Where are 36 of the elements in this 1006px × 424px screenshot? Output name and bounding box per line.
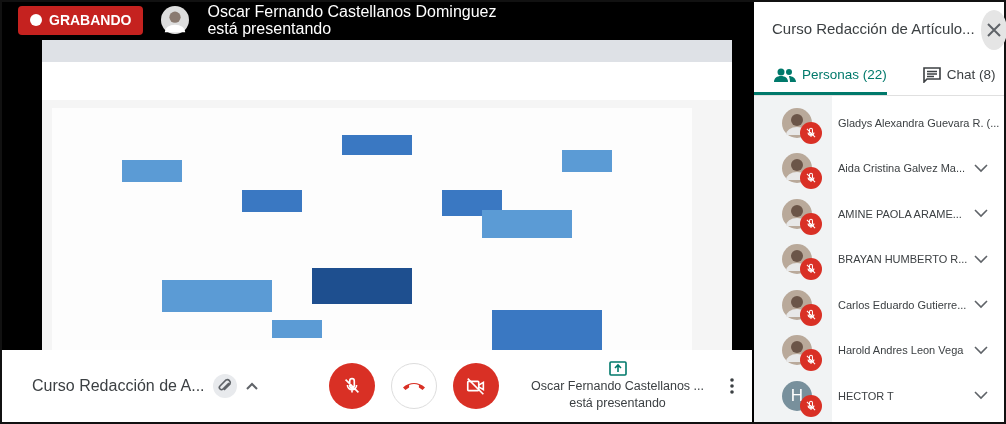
presenter-status: está presentando	[207, 20, 333, 37]
more-options-icon[interactable]	[730, 378, 734, 394]
meeting-title: Curso Redacción de A...	[32, 376, 205, 396]
chevron-up-icon[interactable]	[244, 381, 259, 391]
panel-title: Curso Redacción de Artículo...	[772, 19, 975, 39]
participant-name: BRAYAN HUMBERTO R...	[838, 252, 969, 267]
presenter-status: está presentando	[569, 395, 666, 412]
chevron-down-icon[interactable]	[974, 391, 988, 401]
hang-up-button[interactable]	[390, 363, 437, 409]
recording-indicator: GRABANDO	[18, 5, 144, 35]
phone-icon	[402, 381, 425, 391]
close-icon	[986, 23, 1001, 37]
participant-name: Carlos Eduardo Gutierre...	[838, 297, 968, 313]
chevron-down-icon[interactable]	[974, 254, 988, 264]
camera-button[interactable]	[452, 363, 499, 409]
participant-name: AMINE PAOLA ARAME...	[838, 206, 963, 222]
participant-name: HECTOR T	[838, 388, 895, 404]
avatar: H	[790, 385, 804, 407]
avatar	[161, 6, 190, 34]
present-screen-icon[interactable]	[608, 360, 627, 378]
chevron-down-icon[interactable]	[974, 345, 988, 355]
microphone-button[interactable]	[328, 363, 375, 409]
participant-name: Aida Cristina Galvez Ma...	[838, 161, 967, 176]
chat-icon	[922, 67, 941, 83]
chevron-down-icon[interactable]	[974, 300, 988, 310]
people-icon	[774, 68, 796, 82]
close-button[interactable]	[980, 10, 1006, 50]
participant-name: Gladys Alexandra Guevara R. (...	[838, 115, 1001, 131]
presenter-name: Oscar Fernando Castellanos ...	[531, 378, 704, 395]
presenter-name: Oscar Fernando Castellanos Dominguez	[207, 3, 497, 20]
participant-name: Harold Andres Leon Vega	[838, 343, 965, 358]
tab[interactable]: Chat (8)	[886, 58, 996, 95]
chevron-down-icon[interactable]	[974, 209, 988, 219]
camera-off-icon	[464, 375, 487, 397]
chevron-down-icon[interactable]	[974, 163, 988, 173]
attachment-icon[interactable]	[212, 374, 237, 398]
